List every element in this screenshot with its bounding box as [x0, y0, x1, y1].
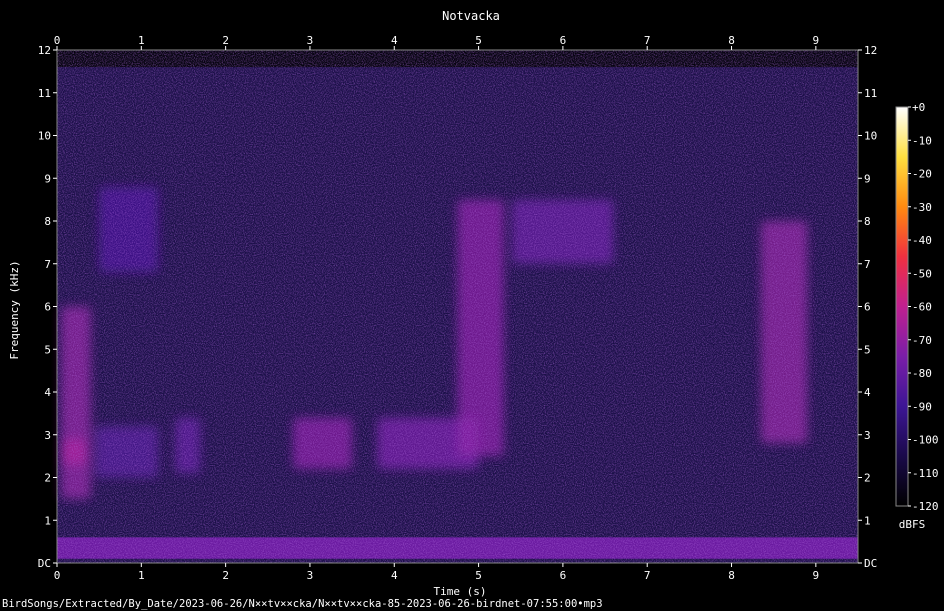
y-tick-label-right: 4	[864, 386, 871, 399]
y-tick-label-right: 6	[864, 301, 871, 314]
colorbar-tick-label: -100	[912, 434, 939, 447]
x-tick-label-bottom: 4	[391, 569, 398, 582]
y-tick-label-right: 1	[864, 514, 871, 527]
y-tick-label-left: 11	[38, 87, 51, 100]
x-tick-label-top: 1	[138, 34, 145, 47]
x-tick-label-top: 6	[560, 34, 567, 47]
y-axis-label: Frequency (kHz)	[8, 260, 21, 359]
x-tick-label-bottom: 5	[475, 569, 482, 582]
x-tick-label-bottom: 6	[560, 569, 567, 582]
colorbar-label: dBFS	[899, 518, 926, 531]
colorbar-tick-label: -70	[912, 334, 932, 347]
y-tick-label-left: 2	[44, 472, 51, 485]
colorbar-ticks: +0 -10 -20 -30 -40 -50 -60 -70 -80 -90 -100 -110 -12…	[908, 101, 939, 513]
colorbar-tick-label: -80	[912, 367, 932, 380]
colorbar-tick-label: -60	[912, 301, 932, 314]
y-tick-label-right: 9	[864, 172, 871, 185]
x-tick-label-top: 8	[728, 34, 735, 47]
x-tick-label-top: 3	[307, 34, 314, 47]
x-tick-label-top: 5	[475, 34, 482, 47]
x-tick-label-top: 4	[391, 34, 398, 47]
y-tick-label-left: 3	[44, 429, 51, 442]
spectrogram-plot-area	[56, 49, 859, 564]
x-tick-label-bottom: 9	[813, 569, 820, 582]
spectrogram-figure: Notvacka 00112233445566778899DC DC1 12 23 34…	[2, 9, 939, 610]
colorbar-tick-label: -30	[912, 201, 932, 214]
x-tick-label-bottom: 0	[54, 569, 61, 582]
colorbar-tick-label: -110	[912, 467, 939, 480]
colorbar-tick-label: +0	[912, 101, 925, 114]
y-tick-label-right: 10	[864, 130, 877, 143]
y-tick-label-right: DC	[864, 557, 877, 570]
chart-title: Notvacka	[442, 9, 500, 23]
y-tick-label-right: 12	[864, 44, 877, 57]
spectrogram-noise-texture	[57, 50, 858, 563]
x-tick-label-top: 9	[813, 34, 820, 47]
y-tick-label-left: 7	[44, 258, 51, 271]
colorbar-tick-label: -10	[912, 134, 932, 147]
colorbar-tick-label: -20	[912, 168, 932, 181]
colorbar-tick-label: -120	[912, 500, 939, 513]
y-tick-label-left: 5	[44, 343, 51, 356]
y-tick-label-left: 12	[38, 44, 51, 57]
y-tick-label-left: 6	[44, 301, 51, 314]
x-tick-label-top: 0	[54, 34, 61, 47]
y-tick-label-right: 8	[864, 215, 871, 228]
colorbar-tick-label: -40	[912, 234, 932, 247]
y-tick-label-right: 7	[864, 258, 871, 271]
source-file-path: BirdSongs/Extracted/By_Date/2023-06-26/N…	[2, 598, 603, 610]
x-tick-label-top: 7	[644, 34, 651, 47]
y-tick-label-left: DC	[38, 557, 51, 570]
colorbar: +0 -10 -20 -30 -40 -50 -60 -70 -80 -90 -100 -110 -12…	[895, 101, 939, 531]
colorbar-gradient	[895, 106, 909, 507]
y-tick-label-right: 3	[864, 429, 871, 442]
colorbar-tick-label: -50	[912, 267, 932, 280]
y-tick-label-right: 11	[864, 87, 877, 100]
y-tick-label-right: 2	[864, 472, 871, 485]
y-tick-label-left: 10	[38, 130, 51, 143]
x-axis-label: Time (s)	[434, 585, 487, 598]
x-tick-label-top: 2	[222, 34, 229, 47]
x-tick-label-bottom: 3	[307, 569, 314, 582]
y-tick-label-right: 5	[864, 343, 871, 356]
y-tick-label-left: 8	[44, 215, 51, 228]
x-tick-label-bottom: 2	[222, 569, 229, 582]
x-tick-label-bottom: 1	[138, 569, 145, 582]
colorbar-tick-label: -90	[912, 400, 932, 413]
y-tick-label-left: 1	[44, 514, 51, 527]
x-tick-label-bottom: 8	[728, 569, 735, 582]
y-tick-label-left: 9	[44, 172, 51, 185]
y-tick-label-left: 4	[44, 386, 51, 399]
x-tick-label-bottom: 7	[644, 569, 651, 582]
